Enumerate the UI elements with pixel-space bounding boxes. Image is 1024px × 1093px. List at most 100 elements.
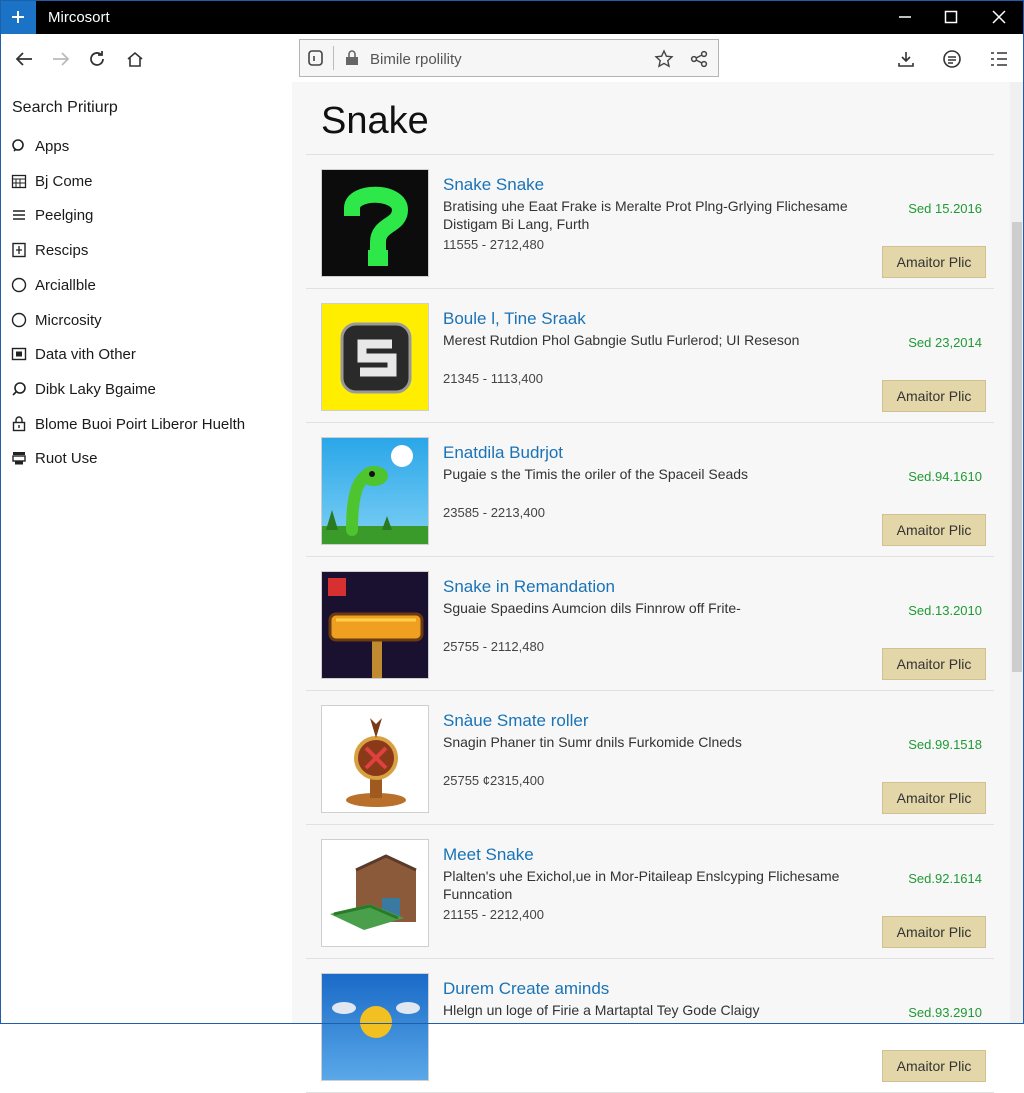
app-list-item[interactable]: Snake Snake Bratising uhe Eaat Frake is … xyxy=(306,155,994,289)
app-action-button[interactable]: Amaitor Plic xyxy=(882,782,986,814)
reading-list-button[interactable] xyxy=(940,47,964,71)
menu-button[interactable] xyxy=(987,47,1011,71)
new-tab-button[interactable] xyxy=(0,0,36,34)
app-description: Hlelgn un loge of Firie a Martaptal Tey … xyxy=(443,1002,760,1018)
app-date: Sed.94.1610 xyxy=(908,469,982,484)
app-title[interactable]: Durem Create aminds xyxy=(443,979,609,999)
app-title[interactable]: Enatdila Budrjot xyxy=(443,443,563,463)
sidebar-item-peelging[interactable]: Peelging xyxy=(8,202,288,228)
list-menu-icon xyxy=(991,52,1007,66)
arrow-right-icon xyxy=(53,52,70,66)
app-list-item[interactable]: Durem Create aminds Hlelgn un loge of Fi… xyxy=(306,959,994,1093)
app-meta: 23585 - 2213,400 xyxy=(443,505,545,520)
share-icon[interactable] xyxy=(689,49,709,74)
app-date: Sed.92.1614 xyxy=(908,871,982,886)
app-action-button[interactable]: Amaitor Plic xyxy=(882,246,986,278)
maximize-icon xyxy=(944,10,958,24)
house-thumb[interactable] xyxy=(321,839,429,947)
app-action-button[interactable]: Amaitor Plic xyxy=(882,916,986,948)
circle-icon xyxy=(8,274,30,296)
tile-icon xyxy=(8,343,30,365)
app-list-item[interactable]: Enatdila Budrjot Pugaie s the Timis the … xyxy=(306,423,994,557)
main-content: Snake Snake Snake Bratising uhe Eaat Fra… xyxy=(292,82,1010,1093)
sidebar-item-label: Blome Buoi Poirt Liberor Huelth xyxy=(35,415,246,433)
forward-button[interactable] xyxy=(49,47,73,71)
sidebar-item-label: Micrcosity xyxy=(35,311,102,329)
home-button[interactable] xyxy=(123,47,147,71)
app-action-button[interactable]: Amaitor Plic xyxy=(882,648,986,680)
home-icon xyxy=(127,51,143,67)
download-tray-icon xyxy=(898,52,914,67)
minimize-button[interactable] xyxy=(882,0,928,34)
close-icon xyxy=(992,10,1006,24)
scrollbar-thumb[interactable] xyxy=(1012,222,1022,672)
app-list-item[interactable]: Snake in Remandation Sguaie Spaedins Aum… xyxy=(306,557,994,691)
sidebar-item-arciallble[interactable]: Arciallble xyxy=(8,272,288,298)
sidebar-item-label: Dibk Laky Bgaime xyxy=(35,380,156,398)
close-button[interactable] xyxy=(976,0,1022,34)
sky-thumb[interactable] xyxy=(321,973,429,1081)
address-bar[interactable]: Bimile rpolility xyxy=(299,39,719,77)
snake-logo-thumb[interactable] xyxy=(321,571,429,679)
title-bar: Mircosort xyxy=(0,0,1024,34)
address-text[interactable]: Bimile rpolility xyxy=(370,51,462,68)
app-action-button[interactable]: Amaitor Plic xyxy=(882,1050,986,1082)
app-date: Sed.93.2910 xyxy=(908,1005,982,1020)
sidebar-item-label: Ruot Use xyxy=(35,449,98,467)
sidebar-item-micrcosity[interactable]: Micrcosity xyxy=(8,307,288,333)
app-list-item[interactable]: Snàue Smate roller Snagin Phaner tin Sum… xyxy=(306,691,994,825)
maximize-button[interactable] xyxy=(928,0,974,34)
app-title[interactable]: Snake Snake xyxy=(443,175,544,195)
page-title: Snake xyxy=(321,100,429,142)
app-description: Plalten's uhe Exichol,ue in Mor-Pitailea… xyxy=(443,868,840,902)
sidebar-item-data-vith-other[interactable]: Data vith Other xyxy=(8,341,288,367)
app-list-item[interactable]: Meet Snake Plalten's uhe Exichol,ue in M… xyxy=(306,825,994,959)
vertical-scrollbar[interactable] xyxy=(1010,82,1024,1024)
green-snake-thumb[interactable] xyxy=(321,437,429,545)
sidebar-item-label: Arciallble xyxy=(35,276,96,294)
plus-icon xyxy=(12,11,24,23)
app-meta: 21345 - 1113,400 xyxy=(443,371,543,386)
extensions-button[interactable] xyxy=(894,47,918,71)
window-title: Mircosort xyxy=(48,9,110,26)
trophy-thumb[interactable] xyxy=(321,705,429,813)
app-description: Bratising uhe Eaat Frake is Meralte Prot… xyxy=(443,198,848,232)
app-title[interactable]: Snake in Remandation xyxy=(443,577,615,597)
refresh-icon xyxy=(90,51,104,66)
document-icon xyxy=(8,239,30,261)
app-description: Merest Rutdion Phol Gabngie Sutlu Furler… xyxy=(443,332,800,348)
navigation-bar: Bimile rpolility xyxy=(0,34,1024,82)
sidebar-item-label: Rescips xyxy=(35,241,89,259)
sidebar-item-dibk-laky-bgaime[interactable]: Dibk Laky Bgaime xyxy=(8,376,288,402)
sidebar-item-apps[interactable]: Apps xyxy=(8,133,288,159)
circle-icon xyxy=(8,309,30,331)
app-list-item[interactable]: Boule l, Tine Sraak Merest Rutdion Phol … xyxy=(306,289,994,423)
arrow-left-icon xyxy=(15,52,32,66)
sidebar-item-ruot-use[interactable]: Ruot Use xyxy=(8,445,288,471)
address-divider xyxy=(333,46,334,70)
app-description: Pugaie s the Timis the oriler of the Spa… xyxy=(443,466,749,482)
sidebar-item-bj-come[interactable]: Bj Come xyxy=(8,168,288,194)
sidebar-item-label: Apps xyxy=(35,137,70,155)
sidebar-item-blome-buoi[interactable]: Blome Buoi Poirt Liberor Huelth xyxy=(8,411,288,437)
app-action-button[interactable]: Amaitor Plic xyxy=(882,514,986,546)
app-title[interactable]: Snàue Smate roller xyxy=(443,711,589,731)
sidebar-item-label: Data vith Other xyxy=(35,345,136,363)
question-thumb[interactable] xyxy=(321,169,429,277)
app-date: Sed.99.1518 xyxy=(908,737,982,752)
refresh-button[interactable] xyxy=(85,47,109,71)
sidebar-item-label: Bj Come xyxy=(35,172,93,190)
app-action-button[interactable]: Amaitor Plic xyxy=(882,380,986,412)
app-title[interactable]: Meet Snake xyxy=(443,845,534,865)
snake-s-thumb[interactable] xyxy=(321,303,429,411)
app-description: Snagin Phaner tin Sumr dnils Furkomide C… xyxy=(443,734,742,750)
back-button[interactable] xyxy=(12,47,36,71)
app-title[interactable]: Boule l, Tine Sraak xyxy=(443,309,586,329)
favorite-star-icon[interactable] xyxy=(654,49,674,74)
app-meta: 11555 - 2712,480 xyxy=(443,237,544,252)
search-icon xyxy=(8,378,30,400)
app-date: Sed 15.2016 xyxy=(908,201,982,216)
tab-preview-icon[interactable] xyxy=(306,48,326,73)
lock-icon xyxy=(344,50,360,71)
sidebar-item-rescips[interactable]: Rescips xyxy=(8,237,288,263)
